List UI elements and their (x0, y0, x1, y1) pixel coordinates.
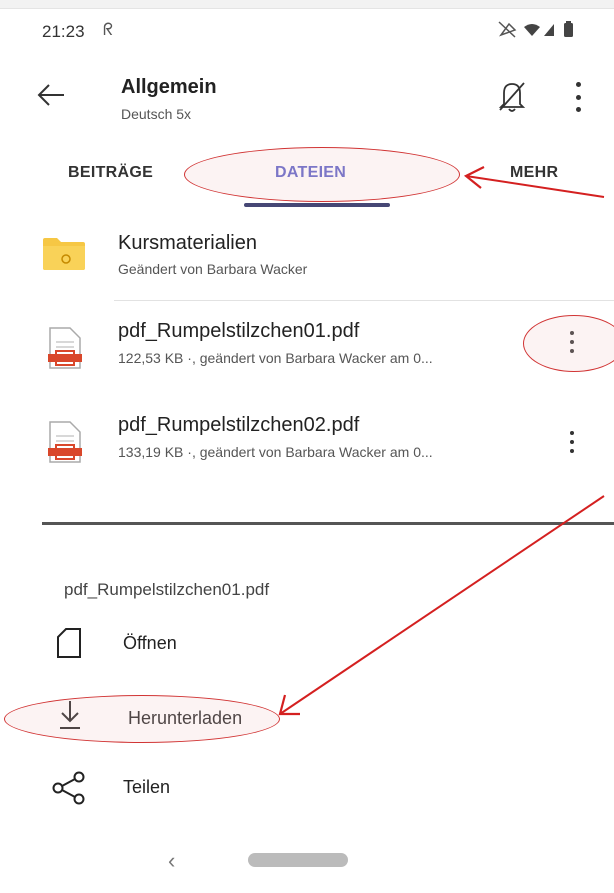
bottom-sheet-divider (42, 522, 614, 525)
do-not-disturb-icon (498, 21, 517, 38)
share-icon (51, 771, 87, 810)
action-share-label: Teilen (123, 777, 171, 797)
file-options-button[interactable] (569, 431, 575, 453)
bottom-sheet-title: pdf_Rumpelstilzchen01.pdf (64, 580, 270, 599)
file-name: pdf_Rumpelstilzchen01.pdf (118, 320, 360, 342)
folder-icon (42, 237, 86, 271)
open-file-icon (56, 627, 82, 664)
home-pill[interactable] (248, 853, 348, 867)
more-options-button[interactable] (568, 82, 588, 112)
action-share[interactable] (40, 760, 440, 816)
action-open[interactable] (40, 618, 440, 674)
network-activity-icon: ᖇ (103, 20, 114, 39)
bell-off-icon (498, 82, 526, 112)
status-time: 21:23 (42, 22, 85, 41)
channel-title: Allgemein (121, 76, 217, 98)
tab-mehr[interactable]: MEHR (510, 164, 558, 182)
system-back-button[interactable]: ‹ (168, 848, 175, 874)
file-row-pdf-1[interactable] (0, 302, 614, 390)
back-button[interactable] (36, 80, 66, 110)
signal-icon (544, 24, 554, 36)
arrow-left-icon (37, 84, 64, 106)
file-meta: 133,19 KB ·, geändert von Barbara Wacker… (118, 444, 433, 460)
annotation-oval-download (4, 695, 280, 743)
pdf-file-icon (48, 326, 82, 370)
active-tab-indicator (244, 203, 390, 207)
file-meta: 122,53 KB ·, geändert von Barbara Wacker… (118, 350, 433, 366)
status-icons (498, 20, 590, 45)
file-name: pdf_Rumpelstilzchen02.pdf (118, 414, 360, 436)
file-meta: Geändert von Barbara Wacker (118, 261, 308, 277)
annotation-oval-dateien (184, 147, 460, 202)
action-open-label: Öffnen (123, 633, 177, 653)
annotation-oval-options (523, 315, 614, 372)
top-edge (0, 0, 614, 9)
mute-notifications-button[interactable] (497, 80, 527, 114)
team-name: Deutsch 5x (121, 106, 192, 122)
file-name: Kursmaterialien (118, 232, 257, 254)
row-divider (114, 300, 614, 301)
file-row-pdf-2[interactable] (0, 392, 614, 482)
wifi-icon (524, 24, 540, 36)
battery-icon (564, 23, 573, 37)
pdf-file-icon (48, 420, 82, 464)
tab-beitraege[interactable]: BEITRÄGE (68, 164, 153, 182)
annotation-arrow-download (279, 495, 605, 715)
